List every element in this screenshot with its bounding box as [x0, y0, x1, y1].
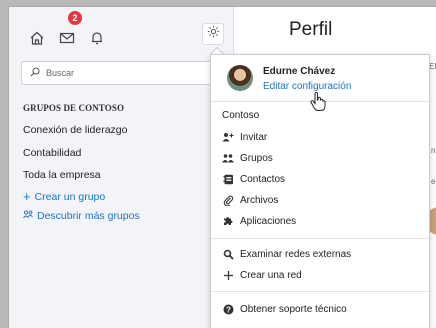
create-group-label: Crear un grupo	[34, 191, 106, 203]
menu-item-grupos[interactable]: Grupos	[222, 152, 273, 164]
menu-item-aplicaciones[interactable]: Aplicaciones	[222, 215, 296, 227]
menu-item-label: Invitar	[240, 131, 268, 143]
plus-icon	[222, 269, 234, 281]
menu-item-invitar[interactable]: Invitar	[222, 131, 267, 143]
sidebar-item-toda-la-empresa[interactable]: Toda la empresa	[23, 169, 101, 181]
hand-cursor-icon	[310, 91, 326, 112]
search-icon	[30, 64, 40, 82]
inbox-icon[interactable]	[57, 28, 77, 48]
settings-button[interactable]	[202, 23, 224, 45]
content-peek: ED	[429, 62, 436, 71]
sidebar-item-conexion-de-liderazgo[interactable]: Conexión de liderazgo	[23, 124, 128, 136]
svg-text:?: ?	[226, 305, 231, 314]
network-name: Contoso	[222, 110, 260, 121]
people-icon	[222, 152, 234, 164]
menu-item-label: Aplicaciones	[240, 215, 297, 227]
add-person-icon	[222, 131, 234, 143]
puzzle-icon	[222, 215, 234, 227]
search-box[interactable]	[21, 61, 224, 85]
gear-icon	[207, 25, 220, 43]
bell-icon[interactable]	[87, 28, 107, 48]
avatar	[227, 65, 253, 91]
discover-groups-label: Descubrir más grupos	[37, 210, 140, 222]
notification-badge: 2	[68, 11, 82, 25]
home-icon[interactable]	[27, 28, 47, 48]
groups-heading: GRUPOS DE CONTOSO	[23, 103, 125, 113]
help-icon: ?	[222, 303, 234, 315]
menu-item-obtener-soporte-tecnico[interactable]: ? Obtener soporte técnico	[222, 303, 347, 315]
profile-name: Edurne Chávez	[263, 66, 336, 77]
menu-item-label: Examinar redes externas	[240, 248, 352, 260]
menu-item-label: Contactos	[240, 173, 286, 185]
sidebar: 2 GRUPOS DE CONTOSO Conexión de liderazg…	[9, 7, 234, 328]
menu-item-label: Archivos	[240, 194, 279, 206]
content-peek: ec	[431, 177, 436, 186]
divider	[211, 238, 429, 239]
discover-groups-link[interactable]: Descubrir más grupos	[23, 210, 140, 222]
menu-item-label: Grupos	[240, 152, 273, 164]
menu-item-contactos[interactable]: Contactos	[222, 173, 285, 185]
discover-groups-icon	[23, 210, 33, 222]
app-window: 2 GRUPOS DE CONTOSO Conexión de liderazg…	[8, 6, 436, 328]
search-input[interactable]	[46, 68, 196, 78]
menu-item-crear-una-red[interactable]: Crear una red	[222, 269, 302, 281]
menu-item-archivos[interactable]: Archivos	[222, 194, 278, 206]
menu-item-examinar-redes-externas[interactable]: Examinar redes externas	[222, 248, 351, 260]
edit-settings-link[interactable]: Editar configuración	[263, 81, 351, 92]
contacts-icon	[222, 173, 234, 185]
create-group-link[interactable]: + Crear un grupo	[23, 189, 106, 204]
plus-icon: +	[23, 189, 31, 204]
content-peek: ne	[431, 146, 436, 155]
menu-item-label: Obtener soporte técnico	[240, 303, 347, 315]
sidebar-item-contabilidad[interactable]: Contabilidad	[23, 147, 81, 159]
menu-item-label: Crear una red	[240, 269, 302, 281]
paperclip-icon	[222, 194, 234, 206]
search-icon	[222, 248, 234, 260]
divider	[211, 291, 429, 292]
page-title: Perfil	[289, 19, 333, 40]
